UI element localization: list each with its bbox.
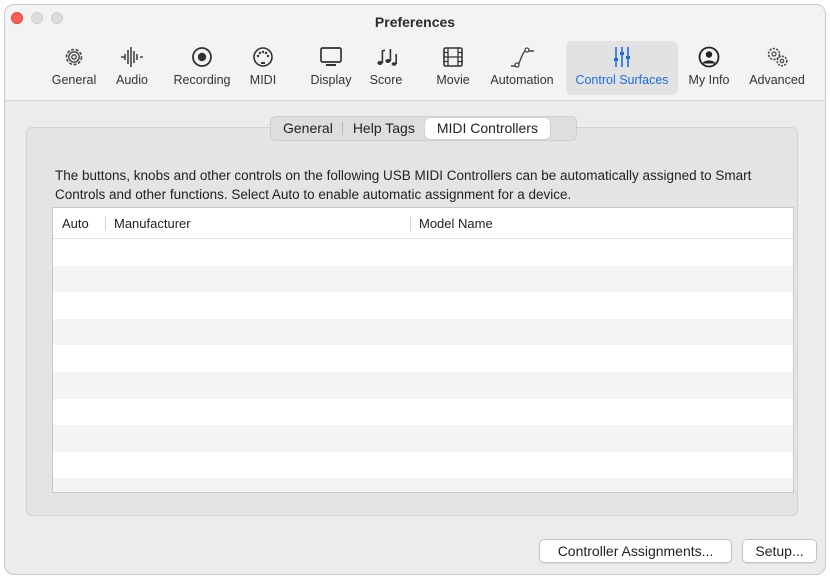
title-bar: Preferences General Audio Recording MIDI… xyxy=(5,5,825,101)
toolbar-label: Audio xyxy=(116,73,148,87)
tab-bar: General Help Tags MIDI Controllers xyxy=(270,116,577,141)
table-row xyxy=(53,425,793,452)
automation-curve-icon xyxy=(511,47,534,68)
toolbar-item-midi[interactable]: MIDI xyxy=(245,41,281,95)
display-icon xyxy=(320,47,342,66)
person-icon xyxy=(698,46,720,68)
column-header-model-name[interactable]: Model Name xyxy=(410,208,793,238)
toolbar-label: MIDI xyxy=(249,73,277,87)
film-icon xyxy=(443,47,463,67)
table-row xyxy=(53,398,793,426)
gear-icon xyxy=(65,48,83,66)
toolbar-item-recording[interactable]: Recording xyxy=(165,41,239,95)
table-row xyxy=(53,478,793,492)
waveform-icon xyxy=(121,47,143,67)
tab-help-tags[interactable]: Help Tags xyxy=(343,118,425,139)
toolbar-item-general[interactable]: General xyxy=(47,41,101,95)
table-row xyxy=(53,451,793,479)
toolbar-item-movie[interactable]: Movie xyxy=(431,41,475,95)
midi-controllers-table[interactable]: Auto Manufacturer Model Name xyxy=(52,207,794,493)
table-row xyxy=(53,345,793,372)
toolbar-item-score[interactable]: Score xyxy=(364,41,408,95)
tab-midi-controllers[interactable]: MIDI Controllers xyxy=(424,118,550,139)
toolbar-label: Automation xyxy=(490,73,554,87)
toolbar-label: Recording xyxy=(173,73,231,87)
sliders-icon xyxy=(614,47,630,67)
tab-general[interactable]: General xyxy=(273,118,343,139)
toolbar-item-display[interactable]: Display xyxy=(303,41,359,95)
record-icon xyxy=(192,47,212,67)
description-text: The buttons, knobs and other controls on… xyxy=(55,168,752,202)
table-row xyxy=(53,292,793,319)
toolbar-item-audio[interactable]: Audio xyxy=(109,41,155,95)
toolbar-item-my-info[interactable]: My Info xyxy=(683,41,735,95)
music-notes-icon xyxy=(377,49,397,66)
midi-connector-icon xyxy=(253,47,273,67)
toolbar-label: Display xyxy=(310,73,352,87)
table-row xyxy=(53,318,793,346)
controller-assignments-button[interactable]: Controller Assignments... xyxy=(539,539,732,563)
toolbar-label: Control Surfaces xyxy=(575,73,669,87)
toolbar-label: Advanced xyxy=(749,73,805,87)
table-row xyxy=(53,239,793,266)
column-header-manufacturer[interactable]: Manufacturer xyxy=(105,208,410,238)
toolbar-label: My Info xyxy=(688,73,730,87)
table-row xyxy=(53,371,793,399)
gears-icon xyxy=(767,47,788,67)
toolbar-item-control-surfaces[interactable]: Control Surfaces xyxy=(566,41,678,95)
toolbar-item-automation[interactable]: Automation xyxy=(483,41,561,95)
table-header: Auto Manufacturer Model Name xyxy=(53,208,793,239)
toolbar-label: Movie xyxy=(436,73,470,87)
preferences-toolbar: General Audio Recording MIDI Display Sco… xyxy=(5,41,825,99)
toolbar-item-advanced[interactable]: Advanced xyxy=(743,41,811,95)
toolbar-label: Score xyxy=(369,73,403,87)
toolbar-label: General xyxy=(51,73,97,87)
column-header-auto[interactable]: Auto xyxy=(53,208,105,238)
table-row xyxy=(53,265,793,293)
setup-button[interactable]: Setup... xyxy=(742,539,817,563)
table-body xyxy=(53,239,793,492)
window-title: Preferences xyxy=(374,14,456,30)
